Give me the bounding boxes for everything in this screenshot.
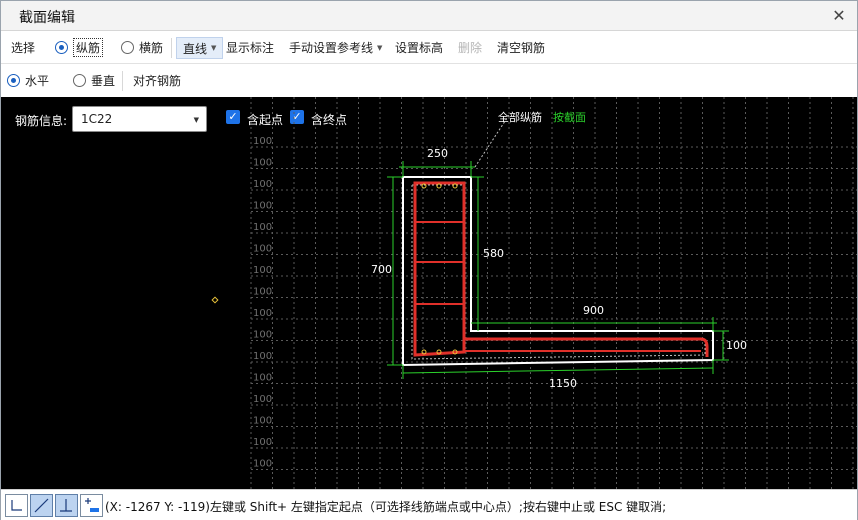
delete-button[interactable]: 删除 xyxy=(458,32,482,63)
radio-vertical-label: 垂直 xyxy=(91,74,116,88)
snap-corner-button[interactable] xyxy=(5,494,28,517)
snap-line-button[interactable] xyxy=(30,494,53,517)
grid-label: 100 xyxy=(253,373,272,384)
origin-marker xyxy=(211,296,219,304)
radio-checked-icon xyxy=(55,41,68,54)
line-snap-icon xyxy=(34,498,49,513)
select-button[interactable]: 选择 xyxy=(11,32,35,63)
section-drawing: 100 100 100 100 100 100 100 100 100 100 100 100 100 1… xyxy=(211,97,857,489)
toolbar-divider xyxy=(171,38,172,58)
radio-checked-icon xyxy=(7,74,20,87)
radio-transverse-label: 横筋 xyxy=(139,41,164,55)
radio-longitudinal-label: 纵筋 xyxy=(73,38,104,57)
grid-label: 100 xyxy=(253,394,272,405)
grid-label: 100 xyxy=(253,136,272,147)
rebar-column-stirrup xyxy=(413,181,466,357)
status-hint: 左键或 Shift+ 左键指定起点（可选择线筋端点或中心点）;按右键中止或 ES… xyxy=(209,500,667,514)
radio-transverse[interactable]: 横筋 xyxy=(121,32,163,63)
rebar-beam xyxy=(464,337,709,357)
close-icon[interactable]: ✕ xyxy=(829,6,849,26)
radio-horizontal-label: 水平 xyxy=(25,74,50,88)
set-elevation-button[interactable]: 设置标高 xyxy=(395,32,443,63)
dim-label-100: 100 xyxy=(726,339,747,352)
add-point-icon xyxy=(85,498,99,512)
window-title: 截面编辑 xyxy=(19,10,75,26)
all-longitudinal-label[interactable]: 全部纵筋 xyxy=(498,110,542,124)
radio-longitudinal[interactable]: 纵筋 xyxy=(55,32,104,63)
status-coords: (X: -1267 Y: -119) xyxy=(105,500,210,514)
dim-label-250: 250 xyxy=(427,147,448,160)
grid-label: 100 xyxy=(253,179,272,190)
grid-labels: 100 100 100 100 100 100 100 100 100 100 100 100 100 1… xyxy=(253,136,272,470)
toolbar-primary: 选择 纵筋 横筋 直线 ▼ 显示标注 手动设置参考线 ▼ 设置标高 删除 清空钢… xyxy=(1,32,857,64)
dimension-lines xyxy=(387,161,729,379)
title-bar: 截面编辑 ✕ xyxy=(1,1,857,31)
status-bar: (X: -1267 Y: -119)左键或 Shift+ 左键指定起点（可选择线… xyxy=(1,489,857,520)
rebar-points xyxy=(421,183,458,355)
corner-snap-icon xyxy=(11,500,22,511)
grid-label: 100 xyxy=(253,244,272,255)
radio-horizontal[interactable]: 水平 xyxy=(7,65,49,96)
grid-label: 100 xyxy=(253,459,272,470)
section-outline xyxy=(402,176,714,367)
toolbar-secondary: 水平 垂直 对齐钢筋 xyxy=(1,65,857,96)
grid-label: 100 xyxy=(253,351,272,362)
grid-label: 100 xyxy=(253,416,272,427)
snap-add-button[interactable] xyxy=(80,494,103,517)
align-rebar-button[interactable]: 对齐钢筋 xyxy=(133,65,181,96)
section-edit-window: 截面编辑 ✕ 选择 纵筋 横筋 直线 ▼ 显示标注 手动设置参考线 ▼ 设置标高… xyxy=(0,0,858,520)
grid-label: 100 xyxy=(253,330,272,341)
clear-rebar-button[interactable]: 清空钢筋 xyxy=(497,32,545,63)
status-message: (X: -1267 Y: -119)左键或 Shift+ 左键指定起点（可选择线… xyxy=(105,498,666,515)
snap-perpendicular-button[interactable] xyxy=(55,494,78,517)
radio-unchecked-icon xyxy=(73,74,86,87)
grid-label: 100 xyxy=(253,201,272,212)
chevron-down-icon: ▼ xyxy=(211,44,217,52)
dim-label-1150: 1150 xyxy=(549,377,577,390)
dim-label-700: 700 xyxy=(371,263,392,276)
dim-label-900: 900 xyxy=(583,304,604,317)
drawing-canvas[interactable]: 钢筋信息: 1C22 ▼ ✓ 含起点 ✓ 含终点 100 100 100 100 100… xyxy=(1,97,857,489)
chevron-down-icon: ▼ xyxy=(377,43,383,52)
line-mode-label: 直线 xyxy=(183,41,208,56)
toolbar-divider xyxy=(122,71,123,91)
by-section-label[interactable]: 按截面 xyxy=(553,110,586,124)
manual-ref-line-label: 手动设置参考线 xyxy=(289,41,374,55)
dim-label-580: 580 xyxy=(483,247,504,260)
grid xyxy=(250,97,857,489)
grid-label: 100 xyxy=(253,308,272,319)
grid-label: 100 xyxy=(253,222,272,233)
rebar-ties xyxy=(415,221,464,305)
grid-label: 100 xyxy=(253,437,272,448)
line-mode-dropdown[interactable]: 直线 ▼ xyxy=(176,37,224,59)
grid-label: 100 xyxy=(253,265,272,276)
grid-label: 100 xyxy=(253,158,272,169)
radio-unchecked-icon xyxy=(121,41,134,54)
manual-ref-line-dropdown[interactable]: 手动设置参考线 ▼ xyxy=(289,32,382,63)
radio-vertical[interactable]: 垂直 xyxy=(73,65,115,96)
show-annotation-button[interactable]: 显示标注 xyxy=(226,32,274,63)
perpendicular-icon xyxy=(60,499,72,512)
grid-label: 100 xyxy=(253,287,272,298)
